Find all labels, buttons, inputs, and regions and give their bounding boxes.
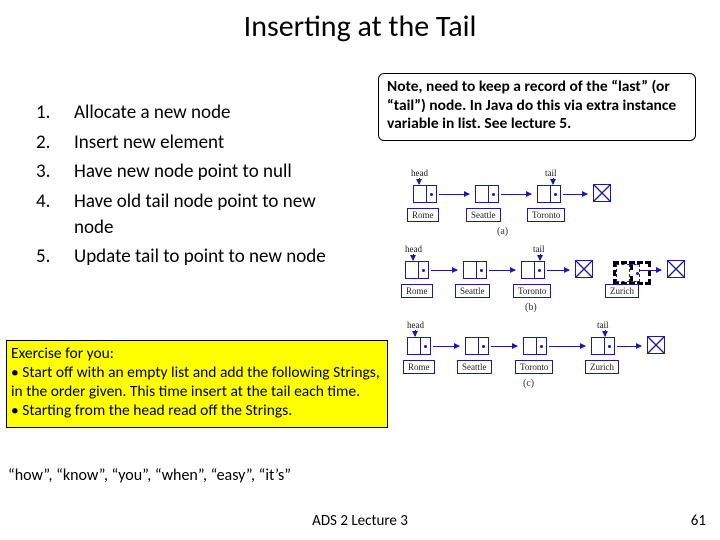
diagram-c: head tail Rome Seattle Toronto Zurich (c… bbox=[405, 322, 701, 394]
string-sequence: “how”, “know”, “you”, “when”, “easy”, “i… bbox=[8, 466, 291, 485]
arrow-down-icon bbox=[553, 178, 554, 184]
null-symbol-icon bbox=[647, 336, 665, 354]
arrow-right-icon bbox=[439, 194, 469, 195]
node-label: Toronto bbox=[527, 208, 565, 222]
exercise-box: Exercise for you: • Start off with an em… bbox=[6, 340, 388, 428]
exercise-heading: Exercise for you: bbox=[11, 345, 381, 364]
step-text: Update tail to point to new node bbox=[74, 244, 356, 270]
arrow-right-icon bbox=[491, 346, 517, 347]
diagram-b: head tail Rome Seattle Toronto Zurich (b… bbox=[405, 246, 701, 318]
step-number: 3. bbox=[36, 159, 74, 185]
arrow-right-icon bbox=[489, 270, 515, 271]
list-item: 3. Have new node point to null bbox=[36, 159, 356, 185]
node-label: Toronto bbox=[513, 284, 551, 298]
null-symbol-icon bbox=[667, 260, 685, 278]
arrow-down-icon bbox=[419, 178, 420, 184]
arrow-down-icon bbox=[605, 330, 606, 336]
diagram-a: head tail Rome Seattle Toronto (a) bbox=[405, 170, 701, 242]
node-label: Rome bbox=[407, 208, 439, 222]
diagram-letter: (a) bbox=[497, 226, 508, 237]
node-label: Rome bbox=[403, 360, 435, 374]
node-label: Zurich bbox=[585, 360, 619, 374]
arrow-right-icon bbox=[431, 270, 457, 271]
diagram-letter: (b) bbox=[525, 302, 537, 313]
tail-label: tail bbox=[533, 244, 545, 254]
arrow-right-icon bbox=[563, 194, 587, 195]
note-box: Note, need to keep a record of the “last… bbox=[378, 73, 696, 141]
step-number: 2. bbox=[36, 130, 74, 156]
step-number: 4. bbox=[36, 189, 74, 240]
slide: Inserting at the Tail 1. Allocate a new … bbox=[0, 0, 720, 540]
head-label: head bbox=[407, 320, 424, 330]
slide-title: Inserting at the Tail bbox=[0, 8, 720, 45]
arrow-right-icon bbox=[617, 346, 641, 347]
linked-list-diagrams: head tail Rome Seattle Toronto (a) head … bbox=[405, 170, 701, 398]
footer-text: ADS 2 Lecture 3 bbox=[0, 512, 720, 530]
step-text: Have old tail node point to new node bbox=[74, 189, 356, 240]
arrow-down-icon bbox=[413, 254, 414, 260]
list-item: 2. Insert new element bbox=[36, 130, 356, 156]
tail-label: tail bbox=[545, 168, 557, 178]
node-label: Rome bbox=[401, 284, 433, 298]
step-text: Have new node point to null bbox=[74, 159, 356, 185]
step-text: Insert new element bbox=[74, 130, 356, 156]
list-item: 1. Allocate a new node bbox=[36, 100, 356, 126]
node-label: Toronto bbox=[515, 360, 553, 374]
arrow-right-icon bbox=[547, 270, 569, 271]
node-label: Seattle bbox=[457, 360, 492, 374]
page-number: 61 bbox=[691, 512, 706, 530]
head-label: head bbox=[405, 244, 422, 254]
tail-label: tail bbox=[597, 320, 609, 330]
arrow-down-icon bbox=[540, 254, 541, 260]
diagram-letter: (c) bbox=[523, 378, 534, 389]
arrow-right-icon bbox=[501, 194, 531, 195]
step-text: Allocate a new node bbox=[74, 100, 356, 126]
arrow-right-icon bbox=[639, 270, 661, 271]
list-node-new bbox=[613, 261, 651, 285]
node-label: Seattle bbox=[455, 284, 490, 298]
exercise-bullet: • Starting from the head read off the St… bbox=[11, 402, 381, 421]
null-symbol-icon bbox=[593, 184, 611, 202]
steps-list: 1. Allocate a new node 2. Insert new ele… bbox=[36, 100, 356, 274]
exercise-bullet: • Start off with an empty list and add t… bbox=[11, 364, 381, 402]
step-number: 5. bbox=[36, 244, 74, 270]
node-label: Zurich bbox=[605, 284, 639, 298]
arrow-down-icon bbox=[415, 330, 416, 336]
arrow-right-icon bbox=[549, 346, 585, 347]
node-label: Seattle bbox=[466, 208, 501, 222]
arrow-right-icon bbox=[433, 346, 459, 347]
list-item: 4. Have old tail node point to new node bbox=[36, 189, 356, 240]
null-symbol-icon bbox=[575, 260, 593, 278]
head-label: head bbox=[411, 168, 428, 178]
step-number: 1. bbox=[36, 100, 74, 126]
list-item: 5. Update tail to point to new node bbox=[36, 244, 356, 270]
